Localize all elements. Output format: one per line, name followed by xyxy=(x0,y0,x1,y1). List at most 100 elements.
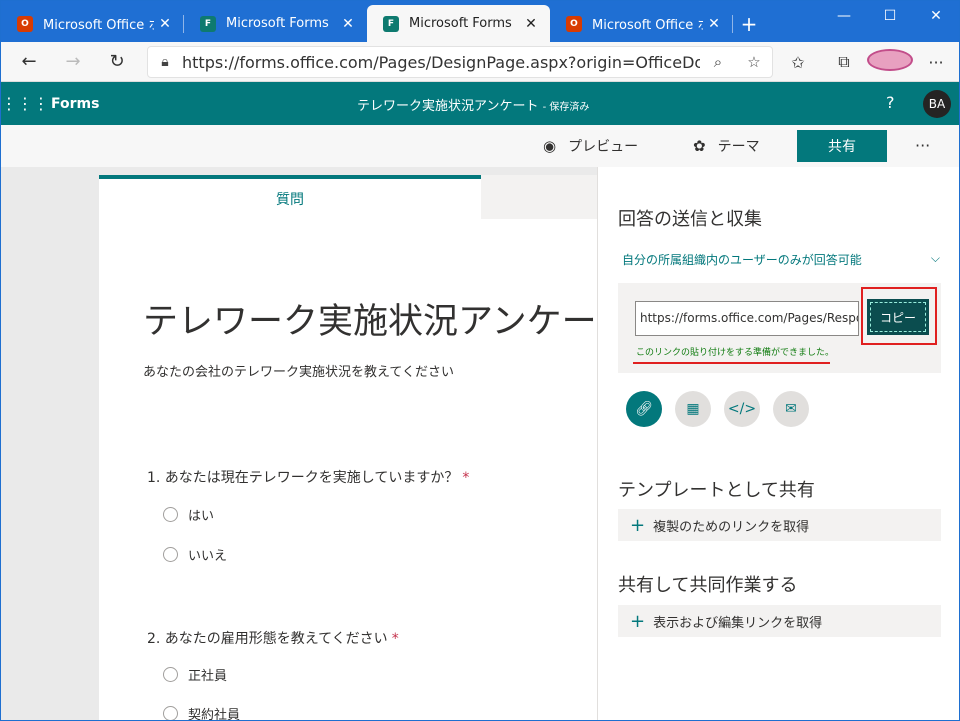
template-link-label: 複製のためのリンクを取得 xyxy=(653,519,810,535)
help-icon[interactable]: ? xyxy=(886,93,895,112)
address-bar[interactable]: 🔒︎ https://forms.office.com/Pages/Design… xyxy=(147,46,773,78)
profile-icon[interactable] xyxy=(867,49,913,75)
navigation-bar: ← → ↻ 🔒︎ https://forms.office.com/Pages/… xyxy=(1,42,959,82)
app-launcher-icon[interactable]: ⋮⋮⋮ xyxy=(1,94,49,113)
permission-label: 自分の所属組織内のユーザーのみが回答可能 xyxy=(622,253,862,267)
document-title: テレワーク実施状況アンケート - 保存済み xyxy=(357,95,589,114)
forward-icon[interactable]: → xyxy=(51,44,95,80)
browser-toolbar: ✩ ⧉ ··· xyxy=(775,42,959,82)
maximize-icon[interactable]: ☐ xyxy=(867,1,913,31)
user-avatar[interactable]: BA xyxy=(923,90,951,118)
close-tab-icon[interactable]: ✕ xyxy=(520,16,542,32)
radio-button[interactable] xyxy=(163,507,178,522)
email-icon[interactable]: ✉ xyxy=(773,391,809,427)
form-card: 質問 テレワーク実施状況アンケー あなたの会社のテレワーク実施状況を教えてくださ… xyxy=(99,175,597,721)
option-label: 正社員 xyxy=(188,669,228,684)
form-canvas: 質問 テレワーク実施状況アンケー あなたの会社のテレワーク実施状況を教えてくださ… xyxy=(1,167,597,721)
back-icon[interactable]: ← xyxy=(7,44,51,80)
lock-icon[interactable]: 🔒︎ xyxy=(148,54,182,70)
more-options-icon[interactable]: ··· xyxy=(915,125,930,167)
save-status: 保存済み xyxy=(549,102,590,113)
collab-link-button[interactable]: + 表示および編集リンクを取得 xyxy=(618,605,941,637)
highlight-underline xyxy=(633,362,830,364)
form-name: テレワーク実施状況アンケート xyxy=(357,99,539,114)
browser-tab-office-1[interactable]: O Microsoft Office ホーム ✕ xyxy=(1,5,184,42)
share-button[interactable]: 共有 xyxy=(797,130,887,162)
option-radio[interactable]: 正社員 xyxy=(163,665,227,684)
office-icon: O xyxy=(566,15,582,32)
plus-icon: + xyxy=(630,514,646,536)
window-controls: — ☐ ✕ xyxy=(821,1,959,31)
question-2[interactable]: 2. あなたの雇用形態を教えてください * xyxy=(147,628,399,648)
tab-title: Microsoft Office ホーム xyxy=(592,18,703,33)
share-link-input[interactable]: https://forms.office.com/Pages/Respon xyxy=(635,301,859,336)
permission-dropdown[interactable]: 自分の所属組織内のユーザーのみが回答可能 ⌵ xyxy=(622,251,940,268)
radio-button[interactable] xyxy=(163,706,178,720)
palette-icon: ✿ xyxy=(693,137,706,155)
copy-highlight: コピー xyxy=(861,287,937,345)
theme-button[interactable]: ✿ テーマ xyxy=(693,125,760,167)
tab-strip: O Microsoft Office ホーム ✕ F Microsoft For… xyxy=(1,1,959,42)
close-tab-icon[interactable]: ✕ xyxy=(703,16,725,32)
close-tab-icon[interactable]: ✕ xyxy=(154,16,176,32)
browser-tab-forms-active[interactable]: F Microsoft Forms ✕ xyxy=(367,5,550,42)
forms-header: ⋮⋮⋮ Forms テレワーク実施状況アンケート - 保存済み ? BA xyxy=(1,82,959,125)
option-radio[interactable]: いいえ xyxy=(163,545,227,564)
copied-message: このリンクの貼り付けをする準備ができました。 xyxy=(636,348,835,358)
collab-link-label: 表示および編集リンクを取得 xyxy=(653,615,823,631)
browser-window: O Microsoft Office ホーム ✕ F Microsoft For… xyxy=(0,0,960,721)
forms-icon: F xyxy=(383,15,399,32)
preview-label: プレビュー xyxy=(568,139,639,155)
favorites-icon[interactable]: ✩ xyxy=(775,53,821,72)
copy-button[interactable]: コピー xyxy=(867,299,929,335)
theme-label: テーマ xyxy=(717,139,760,155)
command-bar: ◉ プレビュー ✿ テーマ 共有 ··· xyxy=(1,125,959,167)
browser-tab-office-2[interactable]: O Microsoft Office ホーム ✕ xyxy=(550,5,733,42)
form-title[interactable]: テレワーク実施状況アンケー xyxy=(143,293,597,344)
app-name[interactable]: Forms xyxy=(51,96,99,112)
settings-more-icon[interactable]: ··· xyxy=(913,53,959,72)
required-mark: * xyxy=(462,470,470,486)
tab-title: Microsoft Office ホーム xyxy=(43,18,154,33)
preview-button[interactable]: ◉ プレビュー xyxy=(543,125,638,167)
chevron-down-icon: ⌵ xyxy=(930,251,940,265)
form-description[interactable]: あなたの会社のテレワーク実施状況を教えてください xyxy=(143,361,454,380)
link-icon[interactable]: 🔗︎ xyxy=(626,391,662,427)
radio-button[interactable] xyxy=(163,667,178,682)
send-collect-title: 回答の送信と収集 xyxy=(618,209,762,230)
question-text: 2. あなたの雇用形態を教えてください xyxy=(147,631,388,647)
browser-tab-forms-1[interactable]: F Microsoft Forms ✕ xyxy=(184,5,367,42)
forms-icon: F xyxy=(200,15,216,32)
question-1[interactable]: 1. あなたは現在テレワークを実施していますか？ * xyxy=(147,467,469,487)
new-tab-button[interactable]: + xyxy=(733,5,765,42)
template-title: テンプレートとして共有 xyxy=(618,480,815,501)
refresh-icon[interactable]: ↻ xyxy=(95,44,139,80)
tab-title: Microsoft Forms xyxy=(226,16,329,31)
plus-icon: + xyxy=(630,610,646,632)
option-radio[interactable]: 契約社員 xyxy=(163,704,241,721)
embed-code-icon[interactable]: </> xyxy=(724,391,760,427)
tab-title: Microsoft Forms xyxy=(409,16,512,31)
question-text: 1. あなたは現在テレワークを実施していますか？ xyxy=(147,470,459,486)
url-text[interactable]: https://forms.office.com/Pages/DesignPag… xyxy=(182,53,700,72)
favorite-star-icon[interactable]: ☆ xyxy=(736,53,772,71)
radio-button[interactable] xyxy=(163,547,178,562)
option-label: はい xyxy=(188,509,215,524)
option-label: いいえ xyxy=(188,549,228,564)
collab-title: 共有して共同作業する xyxy=(618,575,798,596)
qr-code-icon[interactable]: ▦ xyxy=(675,391,711,427)
zoom-icon[interactable]: ⌕ xyxy=(700,53,736,71)
link-box: https://forms.office.com/Pages/Respon コピ… xyxy=(618,283,941,373)
template-link-button[interactable]: + 複製のためのリンクを取得 xyxy=(618,509,941,541)
minimize-icon[interactable]: — xyxy=(821,1,867,31)
tab-separator xyxy=(732,15,733,33)
option-label: 契約社員 xyxy=(188,708,241,721)
collections-icon[interactable]: ⧉ xyxy=(821,52,867,72)
close-window-icon[interactable]: ✕ xyxy=(913,1,959,31)
required-mark: * xyxy=(391,631,399,647)
option-radio[interactable]: はい xyxy=(163,505,214,524)
close-tab-icon[interactable]: ✕ xyxy=(337,16,359,32)
tab-responses-area[interactable] xyxy=(481,175,597,219)
share-panel: 回答の送信と収集 自分の所属組織内のユーザーのみが回答可能 ⌵ https://… xyxy=(597,167,959,720)
tab-questions[interactable]: 質問 xyxy=(99,175,481,219)
